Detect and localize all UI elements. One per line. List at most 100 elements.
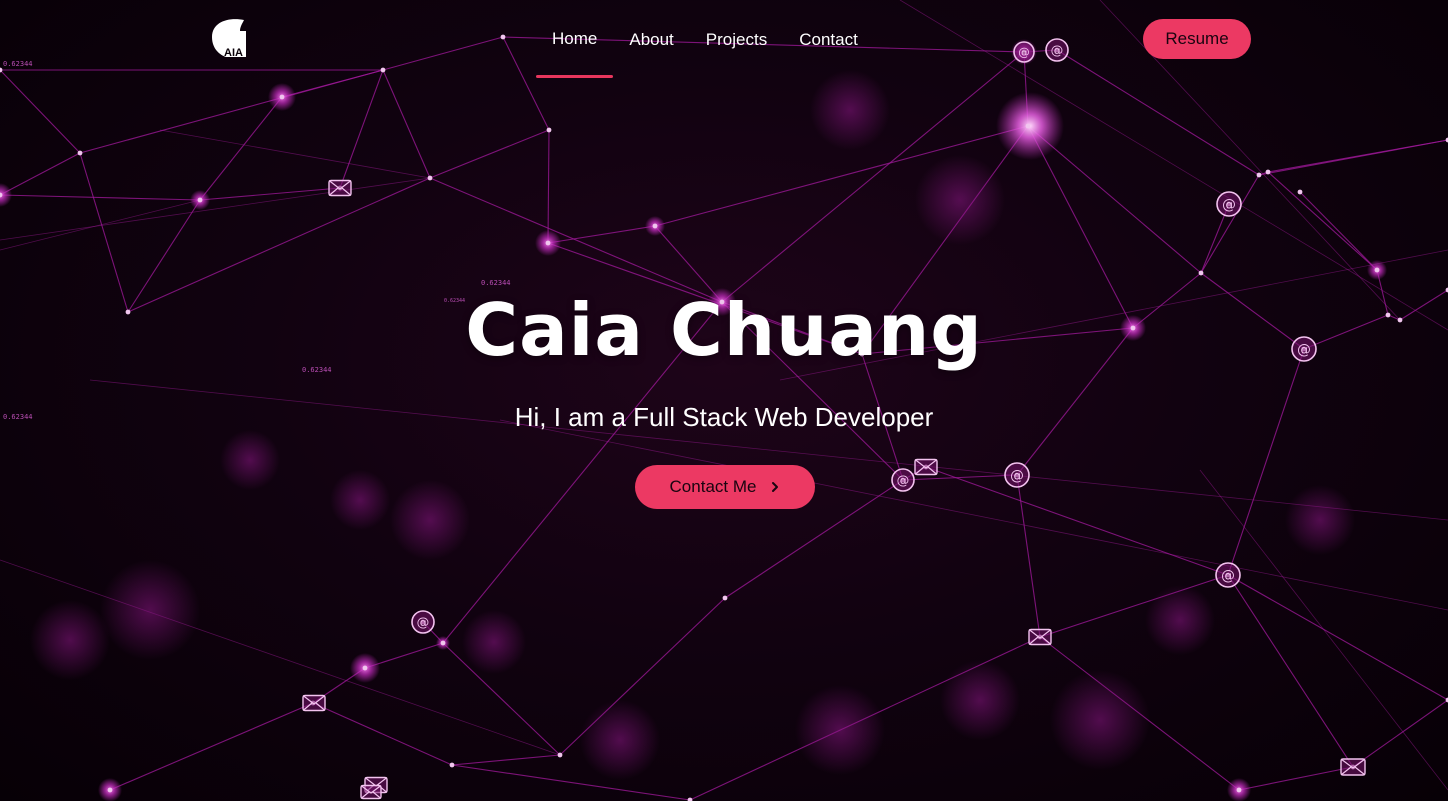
network-edge: [0, 69, 81, 154]
floating-number: 0.62344: [481, 279, 511, 287]
contact-me-button[interactable]: Contact Me: [635, 465, 815, 509]
network-edge: [1267, 171, 1378, 271]
network-edge: [199, 96, 283, 201]
resume-button[interactable]: Resume: [1143, 19, 1251, 59]
hero-title: Caia Chuang: [465, 288, 983, 372]
bokeh-blob: [1285, 485, 1355, 555]
logo-icon: AIA: [212, 19, 246, 59]
network-node: [1256, 172, 1262, 178]
network-node: [449, 762, 455, 768]
bokeh-blob: [100, 560, 200, 660]
network-node: [546, 127, 552, 133]
network-edge: [1016, 474, 1041, 638]
contact-me-label: Contact Me: [669, 477, 757, 496]
floating-number: 0.62344: [3, 60, 33, 68]
svg-text:@: @: [1051, 42, 1064, 57]
network-edge: [1299, 191, 1378, 271]
network-edge: [1227, 574, 1448, 701]
envelope-icon: [914, 458, 938, 476]
network-background: @@@@@@@@: [0, 0, 1448, 801]
bokeh-blob: [915, 155, 1005, 245]
network-node: [77, 150, 83, 156]
nav-about[interactable]: About: [613, 24, 689, 72]
bokeh-blob: [462, 610, 526, 674]
network-edge: [312, 702, 453, 766]
network-edge: [159, 129, 431, 179]
network-edge: [109, 702, 314, 791]
svg-text:@: @: [1221, 568, 1235, 584]
main-nav: Home About Projects Contact: [536, 24, 874, 78]
network-node: [1025, 123, 1031, 129]
at-sign-icon: @: [1013, 41, 1035, 63]
at-sign-icon: @: [1216, 191, 1242, 217]
network-edge: [0, 194, 201, 201]
envelope-icon: [302, 694, 326, 712]
network-node: [1265, 169, 1271, 175]
svg-text:@: @: [417, 614, 430, 629]
network-node: [687, 797, 693, 801]
network-node: [722, 595, 728, 601]
network-edge: [0, 177, 431, 241]
network-edge: [451, 754, 561, 766]
hero-section: @ @ @ @ @ @ @ @ 0.62344 0.62344 0.62344 0.62344…: [0, 0, 1448, 801]
svg-text:@: @: [897, 472, 910, 487]
network-node: [107, 787, 113, 793]
logo-text: AIA: [224, 47, 243, 57]
network-edge: [547, 129, 550, 244]
network-edge: [339, 69, 384, 189]
envelope-icon: [1028, 628, 1052, 646]
network-node: [1236, 787, 1242, 793]
at-sign-icon: @: [1004, 462, 1030, 488]
bokeh-blob: [795, 685, 885, 775]
network-node: [1198, 270, 1204, 276]
brand-logo[interactable]: AIA: [210, 17, 246, 59]
bokeh-blob: [390, 480, 470, 560]
svg-text:@: @: [1018, 45, 1030, 59]
network-node: [427, 175, 433, 181]
at-sign-icon: @: [411, 610, 435, 634]
network-edge: [1238, 766, 1354, 791]
network-node: [545, 240, 551, 246]
network-edge: [1200, 174, 1260, 274]
bokeh-blob: [940, 660, 1020, 740]
network-node: [1374, 267, 1380, 273]
network-node: [652, 223, 658, 229]
network-edge: [925, 466, 1229, 576]
bokeh-blob: [810, 70, 890, 150]
bokeh-blob: [30, 600, 110, 680]
network-edge: [1267, 139, 1448, 173]
envelope-icon: [328, 179, 352, 197]
network-node: [380, 67, 386, 73]
bokeh-blob: [220, 430, 280, 490]
chevron-right-icon: [772, 482, 779, 492]
network-node: [1297, 189, 1303, 195]
nav-contact[interactable]: Contact: [783, 24, 874, 72]
network-edge: [281, 69, 384, 98]
bokeh-blob: [580, 700, 660, 780]
network-edge: [0, 152, 81, 196]
nav-home[interactable]: Home: [536, 24, 614, 78]
svg-text:@: @: [1222, 197, 1236, 213]
network-node: [362, 665, 368, 671]
envelope-icon: [1340, 758, 1366, 776]
network-edge: [429, 177, 723, 303]
bokeh-blob: [330, 470, 390, 530]
network-edge: [1227, 574, 1354, 768]
network-node: [440, 640, 446, 646]
network-edge: [0, 199, 201, 251]
network-node: [197, 197, 203, 203]
at-sign-icon: @: [891, 468, 915, 492]
svg-text:@: @: [1010, 468, 1024, 484]
bokeh-blob: [1050, 670, 1150, 770]
network-edge: [451, 764, 691, 801]
at-sign-icon: @: [1045, 38, 1069, 62]
network-edge: [382, 36, 504, 71]
envelope-icon: [360, 784, 382, 800]
network-edge: [1352, 699, 1448, 768]
nav-projects[interactable]: Projects: [690, 24, 783, 72]
network-edge: [429, 129, 550, 179]
network-node: [279, 94, 285, 100]
network-edge: [382, 69, 431, 179]
bokeh-blob: [1145, 585, 1215, 655]
at-sign-icon: @: [1215, 562, 1241, 588]
